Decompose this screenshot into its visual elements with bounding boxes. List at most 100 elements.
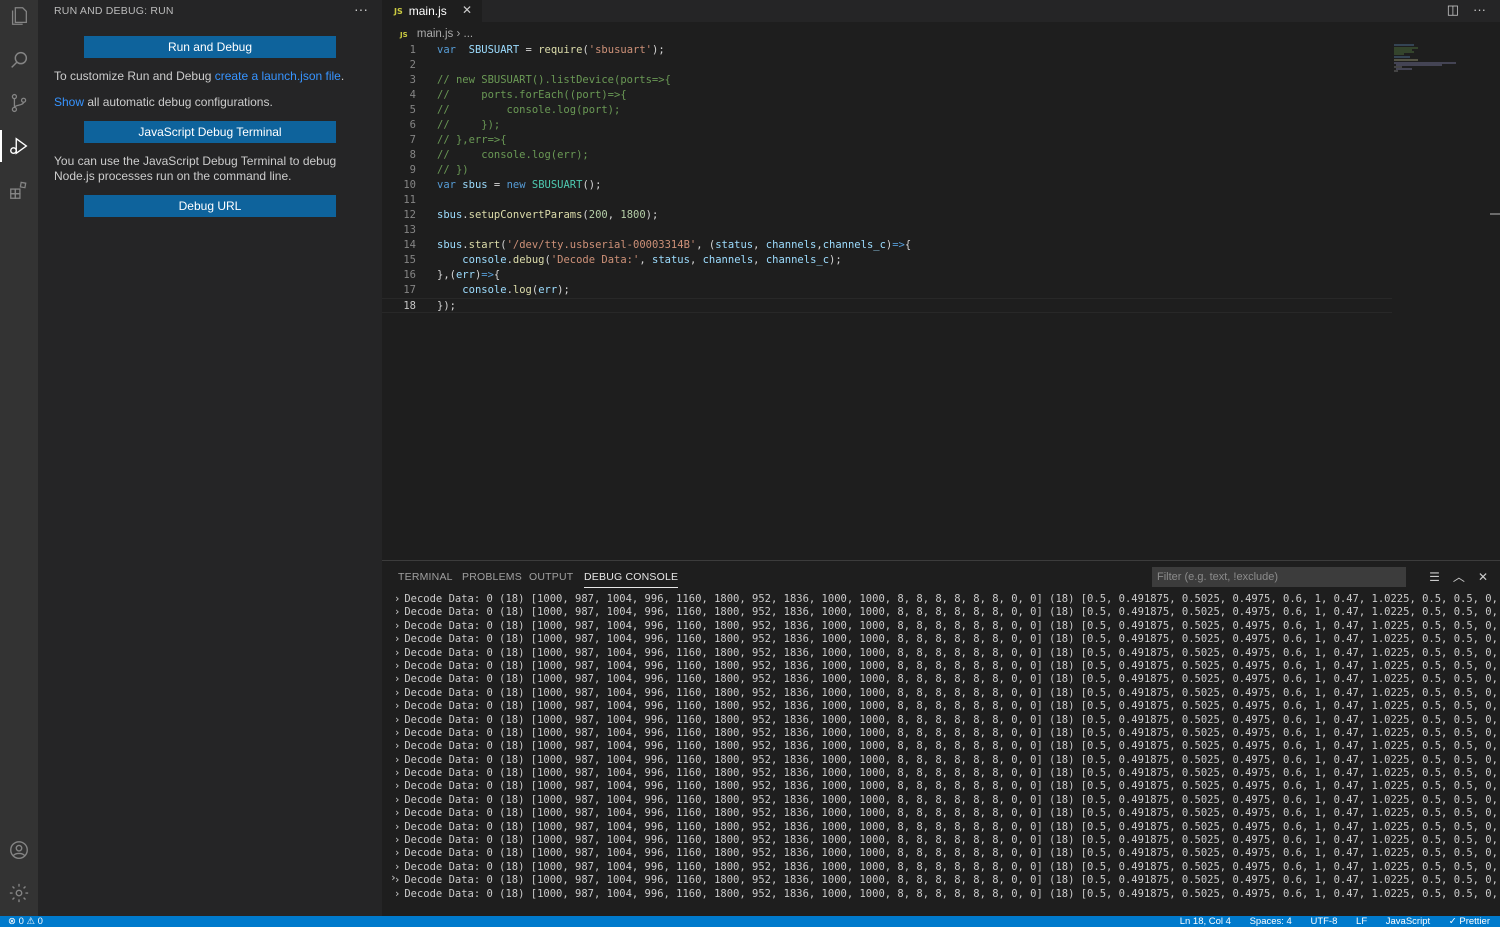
expand-chevron-icon[interactable]: › (394, 593, 400, 605)
run-and-debug-button[interactable]: Run and Debug (84, 36, 336, 58)
expand-chevron-icon[interactable]: › (394, 647, 400, 659)
expand-chevron-icon[interactable]: › (394, 794, 400, 806)
console-log-line[interactable]: › Decode Data: 0 (18) [1000, 987, 1004, 9… (382, 647, 1500, 660)
create-launch-json-link[interactable]: create a launch.json file (215, 69, 341, 83)
console-log-line[interactable]: › Decode Data: 0 (18) [1000, 987, 1004, 9… (382, 727, 1500, 740)
prettier-status[interactable]: ✓ Prettier (1449, 916, 1490, 927)
problems-status[interactable]: ⊗ 0 ⚠ 0 (8, 916, 43, 927)
expand-chevron-icon[interactable]: › (394, 727, 400, 739)
line-number: 18 (403, 300, 416, 312)
console-log-line[interactable]: › Decode Data: 0 (18) [1000, 987, 1004, 9… (382, 700, 1500, 713)
console-log-line[interactable]: › Decode Data: 0 (18) [1000, 987, 1004, 9… (382, 714, 1500, 727)
debug-console-output[interactable]: › Decode Data: 0 (18) [1000, 987, 1004, 9… (382, 593, 1500, 907)
accounts-icon[interactable] (0, 830, 38, 870)
expand-chevron-icon[interactable]: › (394, 888, 400, 900)
code-editor[interactable]: 1 var SBUSUART = require('sbusuart'); 2 3… (382, 43, 1500, 558)
breadcrumb-file[interactable]: main.js (417, 28, 453, 40)
tab-problems[interactable]: PROBLEMS (462, 571, 522, 583)
console-prompt-icon[interactable]: › (390, 871, 397, 884)
breadcrumb: JS main.js › ... (400, 28, 473, 40)
console-log-text: Decode Data: 0 (18) [1000, 987, 1004, 99… (404, 646, 1500, 659)
console-log-line[interactable]: › Decode Data: 0 (18) [1000, 987, 1004, 9… (382, 874, 1500, 887)
more-actions-icon[interactable]: ··· (354, 1, 368, 17)
console-log-line[interactable]: › Decode Data: 0 (18) [1000, 987, 1004, 9… (382, 660, 1500, 673)
console-log-text: Decode Data: 0 (18) [1000, 987, 1004, 99… (404, 820, 1500, 833)
breadcrumb-rest[interactable]: ... (464, 28, 474, 40)
search-icon[interactable] (0, 40, 38, 80)
expand-chevron-icon[interactable]: › (394, 660, 400, 672)
close-panel-icon[interactable]: ✕ (1478, 570, 1488, 584)
tab-main-js[interactable]: JS main.js ✕ (382, 0, 482, 22)
editor-more-icon[interactable]: ··· (1473, 2, 1486, 17)
show-link[interactable]: Show (54, 95, 84, 109)
console-log-line[interactable]: › Decode Data: 0 (18) [1000, 987, 1004, 9… (382, 834, 1500, 847)
expand-chevron-icon[interactable]: › (394, 834, 400, 846)
expand-chevron-icon[interactable]: › (394, 780, 400, 792)
debug-url-button[interactable]: Debug URL (84, 195, 336, 217)
console-log-text: Decode Data: 0 (18) [1000, 987, 1004, 99… (404, 767, 1500, 780)
expand-chevron-icon[interactable]: › (394, 673, 400, 685)
tab-output[interactable]: OUTPUT (529, 571, 573, 583)
encoding[interactable]: UTF-8 (1310, 916, 1337, 927)
source-control-icon[interactable] (0, 83, 38, 123)
console-log-line[interactable]: › Decode Data: 0 (18) [1000, 987, 1004, 9… (382, 821, 1500, 834)
code-text: var SBUSUART = require('sbusuart'); (437, 44, 665, 56)
explorer-icon[interactable] (0, 0, 38, 36)
console-log-line[interactable]: › Decode Data: 0 (18) [1000, 987, 1004, 9… (382, 620, 1500, 633)
terminal-description: You can use the JavaScript Debug Termina… (54, 154, 337, 183)
expand-chevron-icon[interactable]: › (394, 807, 400, 819)
maximize-panel-icon[interactable]: ︿ (1453, 570, 1465, 584)
console-log-line[interactable]: › Decode Data: 0 (18) [1000, 987, 1004, 9… (382, 754, 1500, 767)
code-text: // }) (437, 164, 469, 176)
expand-chevron-icon[interactable]: › (394, 847, 400, 859)
expand-chevron-icon[interactable]: › (394, 633, 400, 645)
split-editor-icon[interactable]: ◫ (1447, 2, 1459, 17)
console-log-line[interactable]: › Decode Data: 0 (18) [1000, 987, 1004, 9… (382, 794, 1500, 807)
console-log-text: Decode Data: 0 (18) [1000, 987, 1004, 99… (404, 887, 1500, 900)
code-line: 11 (382, 193, 1392, 208)
minimap[interactable] (1392, 43, 1462, 73)
language-mode[interactable]: JavaScript (1386, 916, 1430, 927)
console-log-text: Decode Data: 0 (18) [1000, 987, 1004, 99… (404, 713, 1500, 726)
console-log-line[interactable]: › Decode Data: 0 (18) [1000, 987, 1004, 9… (382, 606, 1500, 619)
javascript-file-icon: JS (400, 31, 408, 39)
console-log-line[interactable]: › Decode Data: 0 (18) [1000, 987, 1004, 9… (382, 847, 1500, 860)
console-log-line[interactable]: › Decode Data: 0 (18) [1000, 987, 1004, 9… (382, 780, 1500, 793)
clear-console-icon[interactable]: ☰ (1429, 570, 1440, 584)
expand-chevron-icon[interactable]: › (394, 714, 400, 726)
close-tab-icon[interactable]: ✕ (462, 3, 472, 17)
tab-label: main.js (408, 4, 447, 18)
js-debug-terminal-button[interactable]: JavaScript Debug Terminal (84, 121, 336, 143)
cursor-position[interactable]: Ln 18, Col 4 (1180, 916, 1231, 927)
line-ending[interactable]: LF (1356, 916, 1367, 927)
expand-chevron-icon[interactable]: › (394, 767, 400, 779)
console-log-line[interactable]: › Decode Data: 0 (18) [1000, 987, 1004, 9… (382, 687, 1500, 700)
indentation[interactable]: Spaces: 4 (1250, 916, 1292, 927)
tab-debug-console[interactable]: DEBUG CONSOLE (584, 571, 679, 588)
expand-chevron-icon[interactable]: › (394, 740, 400, 752)
console-log-line[interactable]: › Decode Data: 0 (18) [1000, 987, 1004, 9… (382, 673, 1500, 686)
extensions-icon[interactable] (0, 170, 38, 210)
settings-gear-icon[interactable] (0, 873, 38, 913)
expand-chevron-icon[interactable]: › (394, 700, 400, 712)
line-number: 3 (409, 74, 416, 86)
expand-chevron-icon[interactable]: › (394, 606, 400, 618)
expand-chevron-icon[interactable]: › (394, 620, 400, 632)
console-log-line[interactable]: › Decode Data: 0 (18) [1000, 987, 1004, 9… (382, 740, 1500, 753)
console-log-line[interactable]: › Decode Data: 0 (18) [1000, 987, 1004, 9… (382, 861, 1500, 874)
expand-chevron-icon[interactable]: › (394, 754, 400, 766)
console-log-line[interactable]: › Decode Data: 0 (18) [1000, 987, 1004, 9… (382, 888, 1500, 901)
console-log-text: Decode Data: 0 (18) [1000, 987, 1004, 99… (404, 740, 1500, 753)
console-log-text: Decode Data: 0 (18) [1000, 987, 1004, 99… (404, 847, 1500, 860)
console-log-text: Decode Data: 0 (18) [1000, 987, 1004, 99… (404, 807, 1500, 820)
console-log-line[interactable]: › Decode Data: 0 (18) [1000, 987, 1004, 9… (382, 767, 1500, 780)
console-log-line[interactable]: › Decode Data: 0 (18) [1000, 987, 1004, 9… (382, 807, 1500, 820)
expand-chevron-icon[interactable]: › (394, 687, 400, 699)
console-filter-input[interactable] (1152, 567, 1406, 587)
run-debug-icon[interactable] (0, 126, 38, 166)
console-log-text: Decode Data: 0 (18) [1000, 987, 1004, 99… (404, 659, 1500, 672)
console-log-line[interactable]: › Decode Data: 0 (18) [1000, 987, 1004, 9… (382, 593, 1500, 606)
expand-chevron-icon[interactable]: › (394, 821, 400, 833)
console-log-line[interactable]: › Decode Data: 0 (18) [1000, 987, 1004, 9… (382, 633, 1500, 646)
tab-terminal[interactable]: TERMINAL (398, 571, 453, 583)
